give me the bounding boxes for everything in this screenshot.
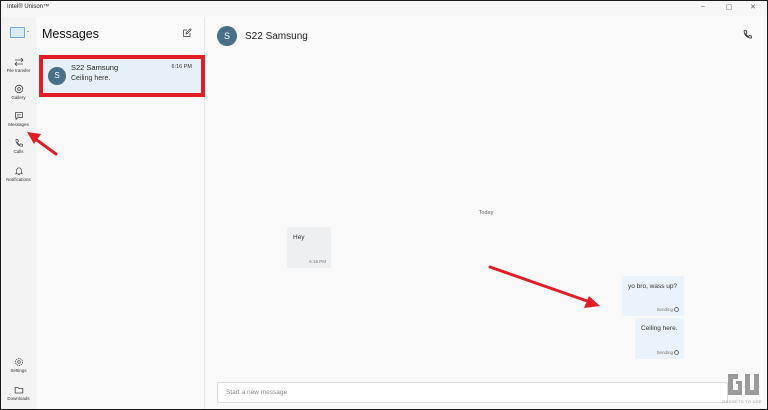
- message-status-text: Sending: [656, 350, 673, 355]
- message-time: 6:15 PM: [309, 259, 326, 264]
- compose-icon[interactable]: [182, 28, 192, 38]
- nav-label: Calls: [13, 149, 24, 154]
- chat-pane: S S22 Samsung Today Hey 6:15 PM yo bro, …: [205, 17, 767, 409]
- conversation-snippet: Ceiling here.: [71, 75, 111, 82]
- page-title: Messages: [42, 27, 99, 41]
- message-input[interactable]: [218, 383, 727, 402]
- clock-icon: [674, 307, 679, 312]
- nav-label: Settings: [10, 368, 27, 373]
- folder-icon: [14, 387, 23, 394]
- watermark-logo: GADGETS TO USE: [718, 370, 766, 408]
- minimize-icon[interactable]: –: [697, 3, 709, 10]
- nav-item-calls[interactable]: Calls: [1, 138, 36, 154]
- nav-item-file-transfer[interactable]: File transfer: [1, 57, 36, 73]
- nav-item-notifications[interactable]: Notifications: [1, 166, 36, 182]
- nav-rail: ⌄ File transfer Gallery Messages Calls N…: [1, 17, 36, 409]
- message-status: Sending: [656, 307, 679, 312]
- avatar: S: [217, 26, 237, 46]
- app-window: Intel® Unison™ – ▢ ✕ ⌄ File transfer Gal…: [0, 0, 768, 410]
- message-bubble-incoming: Hey 6:15 PM: [287, 227, 331, 268]
- message-text: Hey: [293, 234, 305, 241]
- chat-contact-name: S22 Samsung: [245, 31, 308, 42]
- nav-label: Gallery: [11, 95, 26, 100]
- conversation-item[interactable]: S S22 Samsung 6:16 PM Ceiling here.: [39, 55, 205, 97]
- avatar: S: [48, 67, 66, 85]
- conversation-time: 6:16 PM: [171, 64, 192, 70]
- window-title: Intel® Unison™: [7, 4, 50, 10]
- phone-icon[interactable]: [742, 29, 753, 40]
- gallery-icon: [14, 84, 23, 94]
- gadgets-to-use-logo: [728, 374, 759, 395]
- nav-label: Messages: [8, 122, 29, 127]
- message-icon: [14, 112, 23, 121]
- nav-item-settings[interactable]: Settings: [1, 357, 36, 373]
- message-text: yo bro, wass up?: [628, 283, 678, 290]
- conversation-name: S22 Samsung: [71, 63, 119, 72]
- gear-icon: [14, 358, 23, 366]
- message-bubble-outgoing: yo bro, wass up? Sending: [622, 276, 684, 316]
- close-icon[interactable]: ✕: [747, 3, 759, 11]
- clock-icon: [674, 350, 679, 355]
- watermark-text: GADGETS TO USE: [722, 399, 762, 404]
- message-input-box[interactable]: [217, 382, 728, 403]
- date-divider: Today: [478, 210, 494, 216]
- device-icon[interactable]: [10, 27, 25, 38]
- message-status-text: Sending: [656, 307, 673, 312]
- nav-item-gallery[interactable]: Gallery: [1, 84, 36, 100]
- maximize-icon[interactable]: ▢: [723, 3, 735, 11]
- message-text: Ceiling here.: [641, 325, 678, 332]
- transfer-arrows-icon: [13, 57, 24, 67]
- phone-icon: [15, 139, 23, 147]
- chevron-down-icon[interactable]: ⌄: [26, 28, 30, 34]
- bell-icon: [14, 167, 23, 175]
- nav-label: File transfer: [6, 68, 31, 73]
- nav-item-messages[interactable]: Messages: [1, 111, 36, 127]
- conversation-list-pane: Messages S S22 Samsung 6:16 PM Ceiling h…: [37, 17, 205, 409]
- nav-item-downloads[interactable]: Downloads: [1, 385, 36, 401]
- message-status: Sending: [656, 350, 679, 355]
- title-bar: Intel® Unison™ – ▢ ✕: [1, 1, 767, 17]
- message-bubble-outgoing: Ceiling here. Sending: [635, 318, 684, 359]
- nav-label: Notifications: [6, 177, 31, 182]
- nav-label: Downloads: [7, 396, 30, 401]
